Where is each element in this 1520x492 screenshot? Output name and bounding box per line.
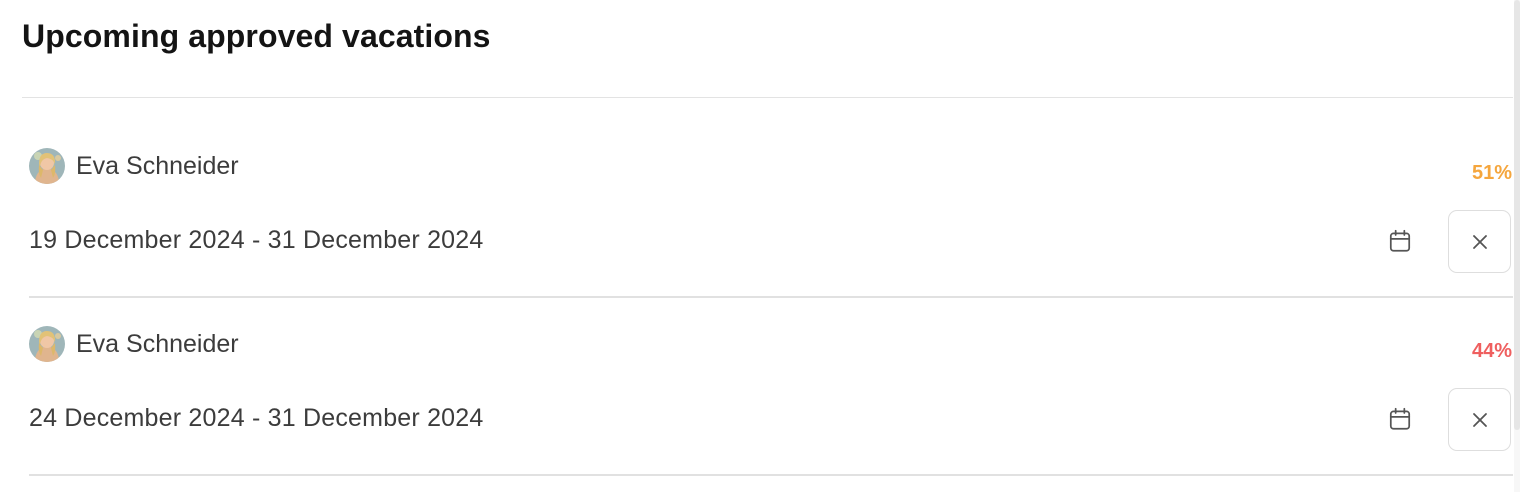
upcoming-vacations-panel: Upcoming approved vacations Eva Schneide… [0, 0, 1520, 492]
avatar [29, 326, 65, 362]
date-range: 24 December 2024 - 31 December 2024 [29, 404, 484, 432]
title-divider [22, 97, 1513, 98]
person-info: Eva Schneider [29, 147, 239, 185]
close-icon [1472, 412, 1487, 427]
person-name: Eva Schneider [76, 152, 239, 180]
calendar-icon[interactable] [1385, 226, 1415, 256]
vacation-percent: 44% [1471, 340, 1512, 362]
calendar-icon[interactable] [1385, 404, 1415, 434]
row-divider [29, 474, 1513, 476]
row-divider [29, 296, 1513, 298]
person-name: Eva Schneider [76, 330, 239, 358]
avatar [29, 148, 65, 184]
scrollbar-thumb[interactable] [1514, 0, 1520, 430]
remove-vacation-button[interactable] [1448, 210, 1511, 273]
vacation-item: Eva Schneider 44% 24 December 2024 - 31 … [29, 325, 1513, 492]
remove-vacation-button[interactable] [1448, 388, 1511, 451]
scrollbar-track[interactable] [1514, 0, 1520, 492]
person-info: Eva Schneider [29, 325, 239, 363]
close-icon [1472, 234, 1487, 249]
section-title: Upcoming approved vacations [22, 18, 491, 54]
date-range: 19 December 2024 - 31 December 2024 [29, 226, 484, 254]
vacation-percent: 51% [1471, 162, 1512, 184]
vacation-item: Eva Schneider 51% 19 December 2024 - 31 … [29, 147, 1513, 325]
